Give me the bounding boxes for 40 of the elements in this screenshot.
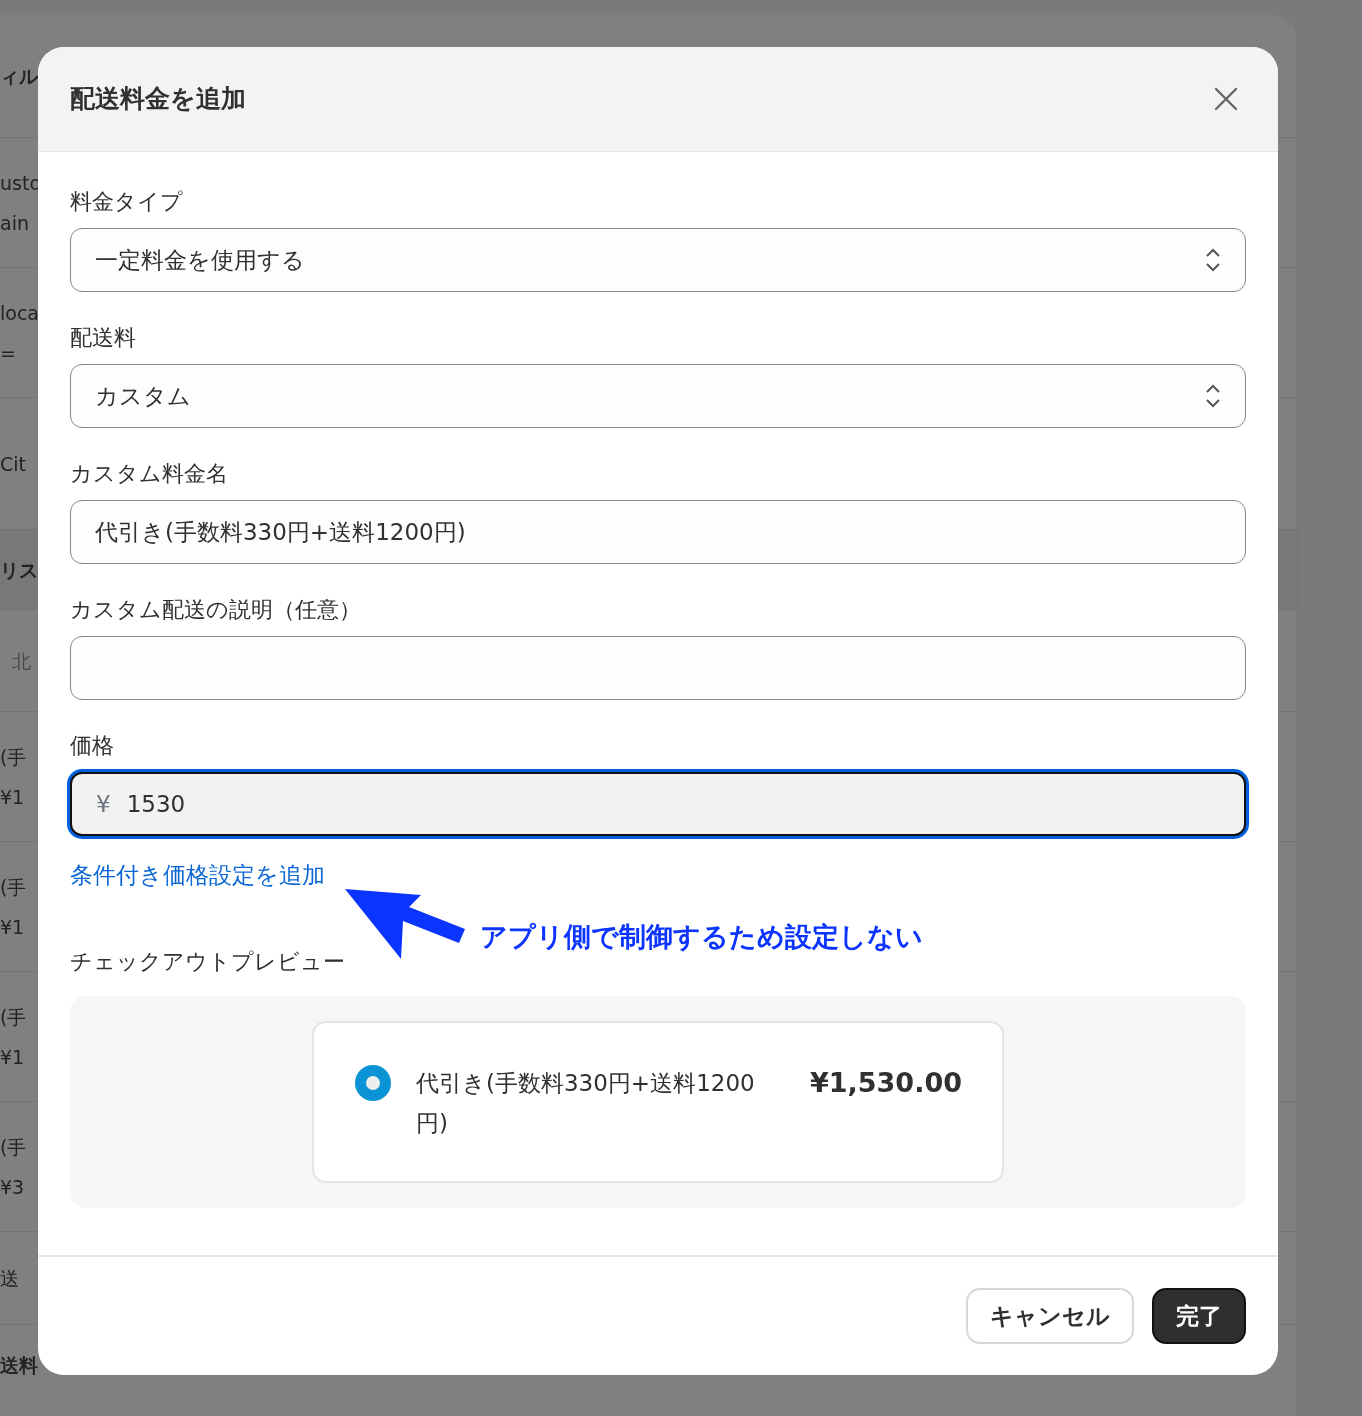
add-conditional-pricing-link[interactable]: 条件付き価格設定を追加	[70, 862, 325, 888]
annotation-text: アプリ側で制御するため設定しない	[480, 920, 923, 954]
cancel-button[interactable]: キャンセル	[966, 1288, 1134, 1344]
background-text: (手	[0, 874, 27, 900]
background-text: リス	[0, 557, 38, 583]
background-heading: ィル	[0, 64, 38, 89]
background-text: 送	[0, 1266, 19, 1291]
background-text: loca	[0, 300, 39, 326]
field-label: カスタム配送の説明（任意）	[70, 596, 361, 624]
input-field[interactable]	[70, 636, 1246, 700]
field-label: 価格	[70, 732, 114, 760]
background-text: (手	[0, 1004, 27, 1030]
background-text: ¥3	[0, 1174, 25, 1200]
radio-button[interactable]	[354, 1064, 392, 1102]
done-button[interactable]: 完了	[1152, 1288, 1246, 1344]
background-text: ¥1	[0, 1044, 25, 1070]
price-value: 1530	[126, 789, 186, 819]
background-text: Cit	[0, 451, 26, 477]
option-name: 代引き(手数料330円+送料1200円)	[416, 1069, 756, 1138]
modal-title: 配送料金を追加	[70, 83, 246, 116]
select-field[interactable]: 一定料金を使用する	[70, 228, 1246, 292]
field-label: 配送料	[70, 324, 136, 352]
field-label: 料金タイプ	[70, 188, 183, 216]
section-label: チェックアウトプレビュー	[70, 948, 345, 976]
select-field[interactable]: カスタム	[70, 364, 1246, 428]
background-text: ¥1	[0, 784, 25, 810]
currency-prefix: ¥	[96, 789, 111, 819]
chevron-icon	[1205, 383, 1221, 409]
background-text: (手	[0, 1134, 27, 1160]
background-text: =	[0, 340, 16, 366]
field-label: カスタム料金名	[70, 460, 228, 488]
input-field[interactable]: 代引き(手数料330円+送料1200円)	[70, 500, 1246, 564]
close-icon[interactable]	[1214, 87, 1238, 111]
background-text: (手	[0, 744, 27, 770]
background-text: ¥1	[0, 914, 25, 940]
chevron-icon	[1205, 247, 1221, 273]
input-field[interactable]: ¥ 1530	[70, 772, 1246, 836]
option-price: ¥1,530.00	[809, 1066, 962, 1100]
background-heading: 送料	[0, 1353, 38, 1378]
background-text: ain	[0, 210, 29, 236]
